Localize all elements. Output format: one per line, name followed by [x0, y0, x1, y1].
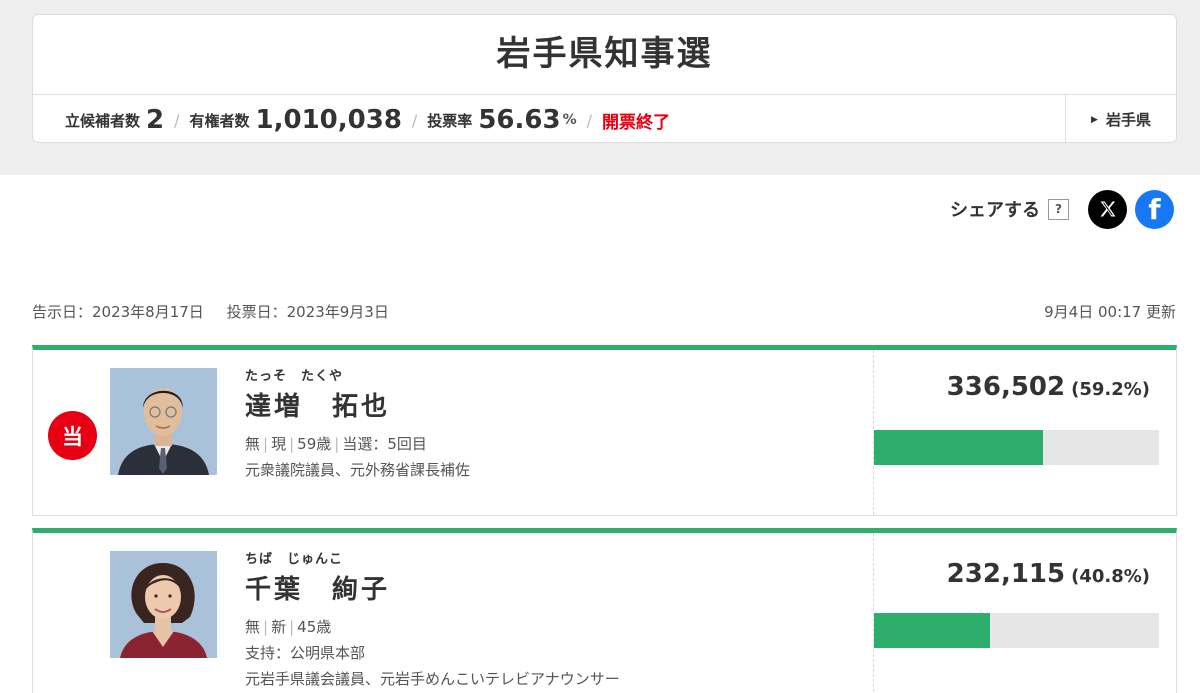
- candidate-portrait-image: [110, 551, 217, 658]
- help-icon[interactable]: ?: [1048, 198, 1069, 220]
- candidate-card: 当 たっそ たくや 達増 拓也 無 | 現 | 59歳 | 当選：5回目 元衆議院議員、元外…: [32, 345, 1177, 516]
- prefecture-link-label: 岩手県: [1105, 111, 1151, 129]
- candidate-furigana: ちば じゅんこ: [245, 552, 344, 567]
- voters-count: 1,010,038: [255, 105, 402, 135]
- vote-count: 336,502 (59.2%): [947, 372, 1150, 402]
- election-dates: 告示日：2023年8月17日 投票日：2023年9月3日: [32, 301, 389, 322]
- vote-percent: (40.8%): [1071, 566, 1150, 587]
- candidates-count: 2: [146, 105, 165, 135]
- candidate-career: 元衆議院議員、元外務省課長補佐: [245, 461, 471, 479]
- candidate-name: 千葉 絢子: [245, 575, 391, 605]
- candidate-age: 45歳: [297, 618, 332, 636]
- stats-row: 立候補者数 2 / 有権者数 1,010,038 / 投票率 56.63 % /…: [33, 94, 1176, 144]
- vote-percent: (59.2%): [1071, 379, 1150, 400]
- candidate-meta: 無 | 現 | 59歳 | 当選：5回目: [245, 433, 470, 454]
- candidate-party: 無: [245, 435, 261, 453]
- divider: |: [334, 435, 340, 453]
- candidate-photo: [110, 368, 217, 475]
- vote-share-bar: [874, 430, 1159, 465]
- voters-label: 有権者数: [189, 111, 250, 130]
- count-status: 開票終了: [601, 112, 670, 133]
- share-label: シェアする: [950, 200, 1040, 221]
- candidate-status: 現: [271, 435, 287, 453]
- vote-result: 336,502 (59.2%): [873, 350, 1176, 515]
- candidate-furigana: たっそ たくや: [245, 369, 344, 384]
- candidate-meta: 無 | 新 | 45歳: [245, 616, 620, 637]
- candidate-support: 支持：公明県本部: [245, 644, 366, 662]
- candidate-age: 59歳: [297, 435, 332, 453]
- vote-share-fill: [874, 613, 991, 648]
- page-title: 岩手県知事選: [496, 34, 713, 74]
- turnout-value: 56.63: [478, 105, 561, 135]
- updated-time: 9月4日 00:17 更新: [1044, 303, 1176, 321]
- stats: 立候補者数 2 / 有権者数 1,010,038 / 投票率 56.63 % /…: [65, 95, 670, 145]
- divider: |: [289, 435, 295, 453]
- x-share-button[interactable]: [1088, 189, 1127, 229]
- candidate-status: 新: [271, 618, 287, 636]
- candidate-info: たっそ たくや 達増 拓也 無 | 現 | 59歳 | 当選：5回目 元衆議院議員、元外務省…: [245, 365, 470, 480]
- facebook-share-button[interactable]: f: [1135, 189, 1174, 229]
- candidate-portrait-image: [110, 368, 217, 475]
- divider: |: [263, 435, 269, 453]
- vote-count: 232,115 (40.8%): [947, 559, 1150, 589]
- candidate-card: ちば じゅんこ 千葉 絢子 無 | 新 | 45歳 支持：公明県本部 元岩手県議会議員、…: [32, 528, 1177, 693]
- divider: /: [586, 110, 592, 130]
- facebook-logo-icon: f: [1148, 192, 1161, 226]
- turnout-label: 投票率: [427, 111, 473, 130]
- winner-badge: 当: [48, 411, 97, 460]
- triangle-right-icon: ▶: [1091, 114, 1098, 125]
- candidate-info: ちば じゅんこ 千葉 絢子 無 | 新 | 45歳 支持：公明県本部 元岩手県議会議員、…: [245, 548, 620, 689]
- notice-date: 告示日：2023年8月17日: [32, 303, 204, 321]
- share-bar: シェアする ? f: [950, 188, 1174, 230]
- vote-result: 232,115 (40.8%): [873, 533, 1176, 693]
- divider: /: [411, 110, 418, 130]
- vote-share-bar: [874, 613, 1159, 648]
- candidates-label: 立候補者数: [65, 111, 141, 130]
- candidate-party: 無: [245, 618, 261, 636]
- candidate-name: 達増 拓也: [245, 392, 391, 422]
- candidate-photo: [110, 551, 217, 658]
- divider: /: [174, 110, 180, 130]
- candidate-career: 元岩手県議会議員、元岩手めんこいテレビアナウンサー: [245, 670, 620, 688]
- candidate-terms: 当選：5回目: [342, 435, 427, 453]
- vote-number: 336,502: [946, 372, 1066, 402]
- divider: |: [289, 618, 295, 636]
- election-summary-card: 岩手県知事選 立候補者数 2 / 有権者数 1,010,038 / 投票率 56…: [32, 14, 1177, 144]
- header-band: 岩手県知事選 立候補者数 2 / 有権者数 1,010,038 / 投票率 56…: [0, 0, 1200, 175]
- vote-date: 投票日：2023年9月3日: [226, 303, 389, 321]
- x-logo-icon: [1100, 201, 1115, 217]
- prefecture-link[interactable]: ▶ 岩手県: [1065, 95, 1176, 144]
- vote-number: 232,115: [946, 559, 1066, 589]
- vote-share-fill: [874, 430, 1043, 465]
- divider: |: [263, 618, 269, 636]
- turnout-unit: %: [562, 112, 577, 128]
